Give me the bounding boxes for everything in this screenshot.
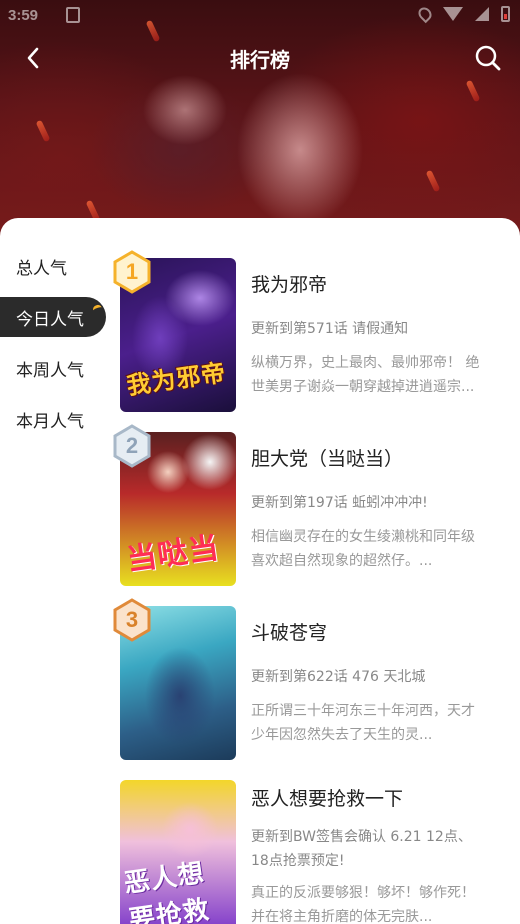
status-time: 3:59 [8, 7, 39, 24]
comic-update: 更新到BW签售会确认 6.21 12点、18点抢票预定! [251, 829, 472, 869]
comic-description: 正所谓三十年河东三十年河西，天才少年因忽然失去了天生的灵... [251, 703, 475, 743]
list-item[interactable]: 恶人想要抢救 恶人想要抢救一下 更新到BW签售会确认 6.21 12点、18点抢… [112, 780, 512, 924]
rank-number: 1 [125, 259, 139, 284]
list-item[interactable]: 我为邪帝 1 我为邪帝 更新到第571话 请假通知 纵横万界，史上最肉、最帅邪帝… [112, 250, 512, 432]
location-icon [415, 4, 435, 24]
signal-icon [475, 7, 489, 21]
page-title: 排行榜 [230, 48, 290, 72]
comic-title: 胆大党（当哒当） [251, 448, 404, 470]
sidebar-item-week-popularity[interactable]: 本周人气 [0, 348, 108, 388]
comic-update: 更新到第197话 蚯蚓冲冲冲! [251, 495, 428, 511]
comic-info: 我为邪帝 更新到第571话 请假通知 纵横万界，史上最肉、最帅邪帝！ 绝世美男子… [251, 270, 487, 399]
comic-description: 纵横万界，史上最肉、最帅邪帝！ 绝世美男子谢焱一朝穿越掉进逍遥宗... [251, 355, 480, 395]
header-banner-image [0, 0, 520, 250]
ranking-list: 我为邪帝 1 我为邪帝 更新到第571话 请假通知 纵横万界，史上最肉、最帅邪帝… [112, 250, 512, 924]
comic-description: 真正的反派要够狠！够坏！够作死！并在将主角折磨的体无完肤... [251, 885, 475, 924]
list-item[interactable]: 3 斗破苍穹 更新到第622话 476 天北城 正所谓三十年河东三十年河西，天才… [112, 598, 512, 780]
rank-badge: 2 [112, 424, 152, 468]
banner-decoration [35, 119, 51, 143]
comic-cover[interactable]: 恶人想要抢救 [120, 780, 236, 924]
banner-decoration [465, 79, 481, 103]
rank-badge: 1 [112, 250, 152, 294]
comic-update: 更新到第571话 请假通知 [251, 321, 409, 337]
comic-info: 斗破苍穹 更新到第622话 476 天北城 正所谓三十年河东三十年河西，天才少年… [251, 618, 487, 747]
notification-icon [66, 7, 80, 23]
ranking-category-sidebar: 总人气 今日人气 本周人气 本月人气 [0, 246, 108, 450]
cover-title-art: 当哒当 [124, 530, 222, 579]
rank-number: 3 [125, 607, 139, 632]
list-item[interactable]: 当哒当 2 胆大党（当哒当） 更新到第197话 蚯蚓冲冲冲! 相信幽灵存在的女生… [112, 424, 512, 606]
banner-decoration [425, 169, 441, 193]
status-bar: 3:59 [0, 0, 520, 34]
comic-title: 恶人想要抢救一下 [251, 788, 404, 810]
battery-icon [501, 6, 510, 22]
wifi-icon [443, 7, 463, 21]
cover-title-art: 我为邪帝 [124, 358, 228, 401]
comic-info: 胆大党（当哒当） 更新到第197话 蚯蚓冲冲冲! 相信幽灵存在的女生绫濑桃和同年… [251, 444, 487, 573]
search-icon [475, 45, 501, 71]
rank-badge: 3 [112, 598, 152, 642]
comic-title: 我为邪帝 [251, 274, 328, 296]
comic-description: 相信幽灵存在的女生绫濑桃和同年级喜欢超自然现象的超然仔。... [251, 529, 475, 569]
sidebar-item-month-popularity[interactable]: 本月人气 [0, 399, 108, 439]
rank-number: 2 [125, 433, 139, 458]
sidebar-item-total-popularity[interactable]: 总人气 [0, 246, 108, 286]
comic-info: 恶人想要抢救一下 更新到BW签售会确认 6.21 12点、18点抢票预定! 真正… [251, 784, 487, 924]
cover-title-art: 恶人想要抢救 [122, 858, 212, 924]
comic-update: 更新到第622话 476 天北城 [251, 669, 426, 685]
sidebar-item-today-popularity[interactable]: 今日人气 [0, 297, 106, 337]
search-button[interactable] [472, 42, 504, 74]
comic-title: 斗破苍穹 [251, 622, 328, 644]
ranking-panel: 总人气 今日人气 本周人气 本月人气 我为邪帝 1 我为邪帝 更新到第571话 … [0, 218, 520, 924]
